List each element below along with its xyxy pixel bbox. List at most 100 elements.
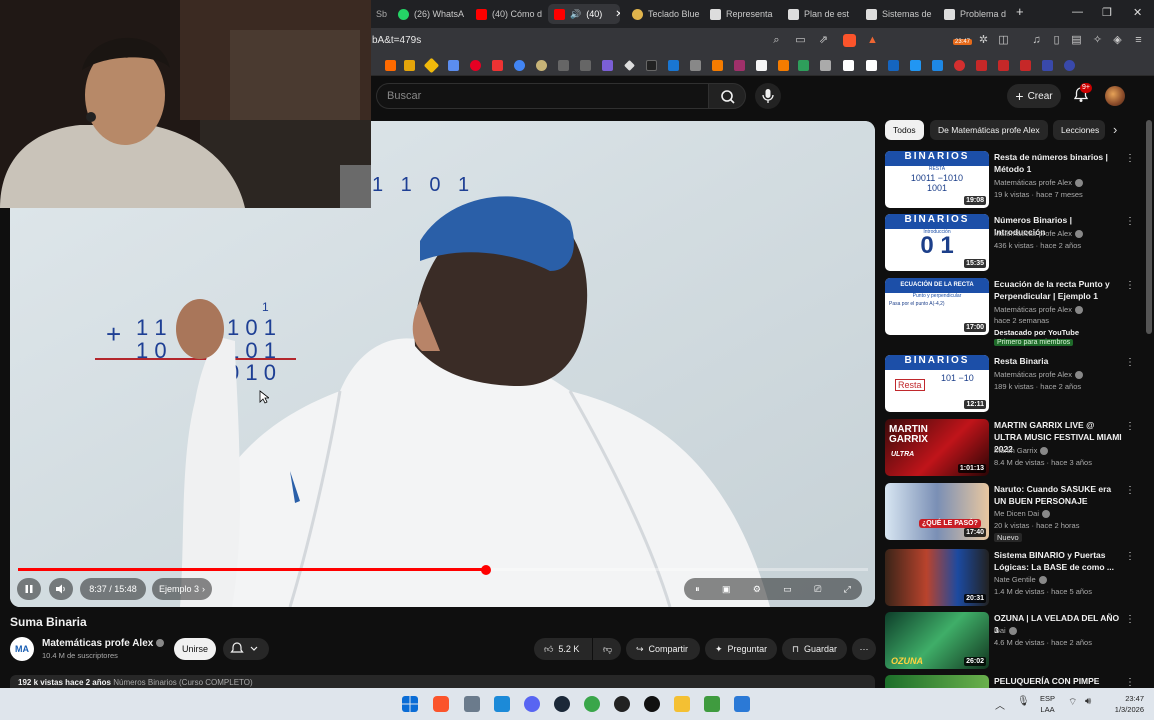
subtitles-icon[interactable]: ▣ [722,584,731,595]
list-item[interactable]: BINARIOS Resta 101 −10 12:11 Resta Binar… [885,355,1135,415]
video-thumbnail[interactable] [885,675,989,688]
join-button[interactable]: Unirse [174,638,216,660]
chip-lecciones[interactable]: Lecciones [1053,120,1105,140]
save-button[interactable]: ⊓ Guardar [782,638,847,660]
share-icon[interactable]: ⇗ [817,34,830,47]
tab-sistemas[interactable]: Sistemas de [860,4,934,24]
create-button[interactable]: + Crear [1007,84,1061,108]
screenshot-icon[interactable]: ◫ [997,34,1010,47]
playlist-link[interactable]: Números Binarios (Curso COMPLETO) [113,678,252,687]
bookmark-icon[interactable] [536,60,547,71]
progress-scrubber[interactable] [480,565,491,575]
file-explorer-icon[interactable] [674,696,690,712]
recommendation-channel[interactable]: Matemáticas profe Alex [994,305,1083,315]
recommendation-channel[interactable]: Matemáticas profe Alex [994,229,1083,239]
recommendation-channel[interactable]: ibai [994,626,1017,636]
bookmark-icon[interactable] [385,60,396,71]
recommendation-channel[interactable]: Matemáticas profe Alex [994,370,1083,380]
menu-icon[interactable]: ≡ [1132,34,1145,47]
brave-rewards-icon[interactable]: ▲ [866,34,879,47]
tab-representa[interactable]: Representa [704,4,778,24]
bookmark-icon[interactable] [448,60,459,71]
channel-name[interactable]: Matemáticas profe Alex [42,638,165,649]
bookmark-icon[interactable] [888,60,899,71]
more-actions-button[interactable]: ⋯ [852,638,876,660]
bookmark-icon[interactable] [910,60,921,71]
app-icon[interactable] [614,696,630,712]
volume-icon[interactable]: 🔊︎ [1085,696,1091,707]
bookmark-icon[interactable] [820,60,831,71]
miniplayer-icon[interactable]: ▭ [783,584,792,595]
wifi-icon[interactable]: ⌔ [1068,696,1077,709]
bookmark-icon[interactable] [954,60,965,71]
bookmark-icon[interactable] [624,60,635,71]
sidebar-icon[interactable]: ▤ [1070,34,1083,47]
pinterest-icon[interactable] [470,60,481,71]
ask-button[interactable]: ✦ Preguntar [705,638,777,660]
scrollbar[interactable] [1146,120,1152,334]
music-icon[interactable]: ♫ [1030,34,1043,47]
recommendation-title[interactable]: Naruto: Cuando SASUKE era UN BUEN PERSON… [994,483,1122,507]
video-thumbnail[interactable]: 20:31 [885,549,989,606]
app-icon[interactable] [704,696,720,712]
fullscreen-icon[interactable]: ⤢ [844,584,851,595]
bookmark-icon[interactable] [668,60,679,71]
bookmark-icon[interactable] [1064,60,1075,71]
bookmark-icon[interactable] [423,57,440,74]
notion-icon[interactable] [843,60,854,71]
tab-teclado[interactable]: Teclado Blue [626,4,700,24]
search-icon[interactable]: ⌕ [770,34,783,47]
chevron-right-icon[interactable]: › [1113,122,1117,137]
brave-shield-icon[interactable] [843,34,856,47]
brave-icon[interactable] [433,696,449,712]
google-icon[interactable] [514,60,525,71]
close-tab-icon[interactable]: ✕ [615,9,620,20]
bookmark-icon[interactable] [778,60,789,71]
calculator-icon[interactable] [464,696,480,712]
dislike-button[interactable]: 👎︎ [593,638,621,660]
xbox-icon[interactable] [584,696,600,712]
bookmark-icon[interactable] [1042,60,1053,71]
recommendation-channel[interactable]: Matemáticas profe Alex [994,178,1083,188]
account-avatar[interactable] [1105,86,1125,106]
language-indicator[interactable]: ESP LAA [1040,693,1055,715]
voice-search-button[interactable] [755,83,781,109]
video-thumbnail[interactable]: BINARIOS Introducción 0 1 15:35 [885,214,989,271]
tab-whatsapp[interactable]: (26) WhatsA [392,4,466,24]
bookmark-icon[interactable] [580,60,591,71]
bookmark-icon[interactable] [798,60,809,71]
video-thumbnail[interactable]: BINARIOS Resta 101 −10 12:11 [885,355,989,412]
recommendation-title[interactable]: Ecuación de la recta Punto y Perpendicul… [994,278,1122,302]
like-button[interactable]: 👍︎ 5.2 K [534,638,592,660]
recommendation-title[interactable]: Resta Binaria [994,355,1122,367]
tab-youtube-1[interactable]: (40) Cómo d [470,4,544,24]
app-icon[interactable] [644,696,660,712]
video-thumbnail[interactable]: OZUNA 26:02 [885,612,989,669]
volume-button[interactable] [49,578,73,600]
more-vertical-icon[interactable]: ⋮ [1125,280,1135,291]
recommendation-title[interactable]: Resta de números binarios | Método 1 [994,151,1122,175]
minimize-icon[interactable]: — [1072,6,1083,18]
bookmark-icon[interactable] [712,60,723,71]
autoplay-toggle[interactable]: ⏸ [695,584,700,595]
chip-all[interactable]: Todos [885,120,924,140]
windows-start-icon[interactable] [402,696,418,712]
maximize-icon[interactable]: ❐ [1102,6,1112,19]
tab-problema[interactable]: Problema d [938,4,1010,24]
recommendation-title[interactable]: PELUQUERÍA CON PIMPE [994,675,1122,687]
video-thumbnail[interactable]: BINARIOS RESTA 10011 −1010 1001 19:08 [885,151,989,208]
list-item[interactable]: 20:31 Sistema BINARIO y Puertas Lógicas:… [885,549,1135,609]
video-thumbnail[interactable]: ECUACIÓN DE LA RECTA Punto y perpendicul… [885,278,989,335]
pause-button[interactable] [17,578,41,600]
chapter-button[interactable]: Ejemplo 3 › [152,578,212,600]
bookmark-icon[interactable] [602,60,613,71]
bookmark-icon[interactable] [492,60,503,71]
cast-icon[interactable]: ⎚ [814,584,821,595]
tab-partial[interactable]: Sb [370,4,393,24]
word-icon[interactable] [734,696,750,712]
list-item[interactable]: ¿QUÉ LE PASÓ? 17:40 Naruto: Cuando SASUK… [885,483,1135,547]
more-vertical-icon[interactable]: ⋮ [1125,153,1135,164]
microphone-icon[interactable]: 🎙︎ [1017,696,1030,707]
list-item[interactable]: BINARIOS RESTA 10011 −1010 1001 19:08 Re… [885,151,1135,211]
reading-list-icon[interactable]: ▯ [1050,34,1063,47]
